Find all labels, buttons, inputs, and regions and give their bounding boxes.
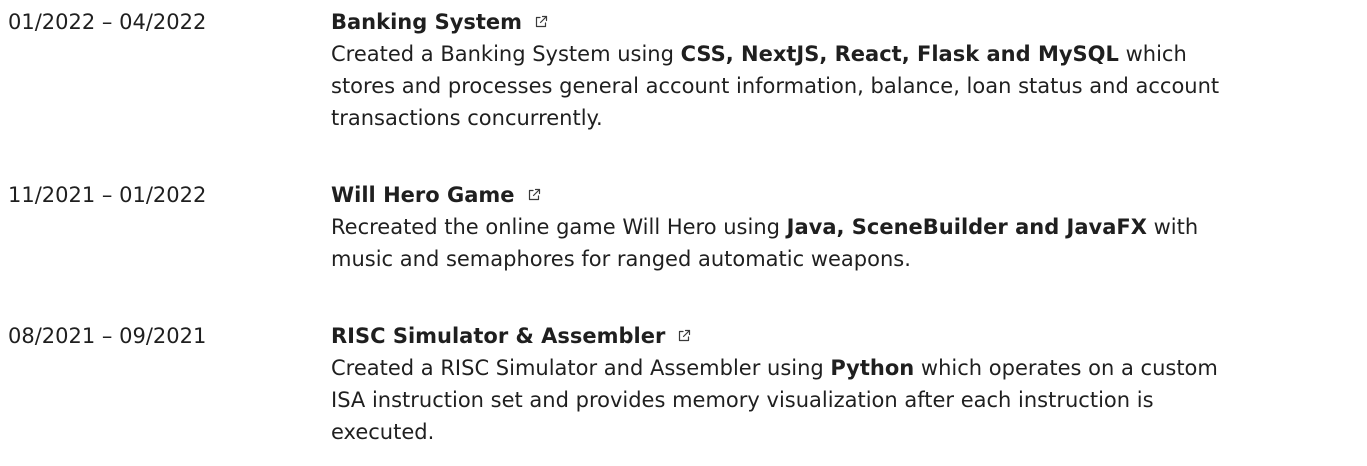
project-title-row: Will Hero Game [331,179,1341,211]
description-text: stores and processes general account inf… [331,74,1220,98]
description-text: with [1146,215,1199,239]
description-text: music and semaphores for ranged automati… [331,247,911,271]
description-line: Created a Banking System using CSS, Next… [331,42,1187,66]
project-title: Will Hero Game [331,183,515,207]
project-date: 01/2022 – 04/2022 [8,10,207,34]
tech-stack-text: Python [830,356,915,380]
description-text: Created a RISC Simulator and Assembler u… [331,356,831,380]
description-text: Recreated the online game Will Hero usin… [331,215,787,239]
tech-stack-text: CSS, NextJS, React, Flask and MySQL [680,42,1119,66]
project-title-row: Banking System [331,6,1341,38]
project-content: Will Hero Game Recreated the online game… [331,179,1341,275]
external-link-icon[interactable] [677,329,691,343]
description-text: transactions concurrently. [331,106,603,130]
tech-stack-text: Java, SceneBuilder and JavaFX [786,215,1147,239]
external-link-icon[interactable] [527,188,541,202]
description-text: executed. [331,420,435,444]
project-description: Created a Banking System using CSS, Next… [331,38,1341,134]
project-title: Banking System [331,10,523,34]
project-description: Recreated the online game Will Hero usin… [331,211,1341,275]
project-title: RISC Simulator & Assembler [331,324,666,348]
description-line: Created a RISC Simulator and Assembler u… [331,356,1218,380]
description-line: executed. [331,420,434,444]
description-text: ISA instruction set and provides memory … [331,388,1154,412]
description-line: stores and processes general account inf… [331,74,1219,98]
projects-section: 01/2022 – 04/2022 Banking System Created… [0,0,1367,466]
description-line: Recreated the online game Will Hero usin… [331,215,1198,239]
external-link-icon[interactable] [534,15,548,29]
project-title-row: RISC Simulator & Assembler [331,320,1341,352]
project-content: Banking System Created a Banking System … [331,6,1341,134]
project-date: 08/2021 – 09/2021 [8,324,207,348]
description-line: music and semaphores for ranged automati… [331,247,911,271]
description-line: transactions concurrently. [331,106,603,130]
project-description: Created a RISC Simulator and Assembler u… [331,352,1341,448]
description-text: which operates on a custom [914,356,1218,380]
project-date: 11/2021 – 01/2022 [8,183,207,207]
project-content: RISC Simulator & Assembler Created a RIS… [331,320,1341,448]
description-line: ISA instruction set and provides memory … [331,388,1154,412]
description-text: which [1118,42,1187,66]
description-text: Created a Banking System using [331,42,681,66]
